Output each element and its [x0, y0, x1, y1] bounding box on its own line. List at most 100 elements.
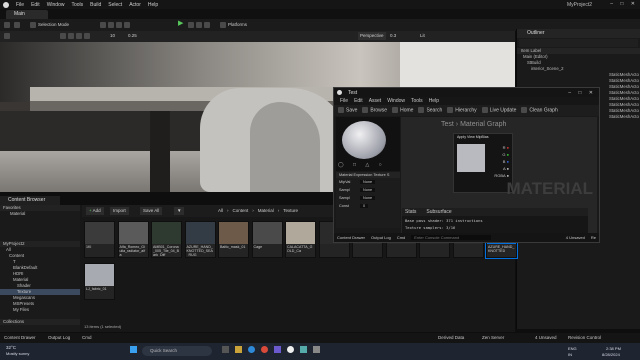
- taskbar-search[interactable]: Quick Search: [142, 346, 212, 356]
- transform-tools[interactable]: [60, 32, 92, 40]
- window-controls[interactable]: – □ ✕: [610, 1, 638, 7]
- asset-tile[interactable]: Baltic_mask_01: [218, 221, 249, 258]
- pin-g[interactable]: G ●: [494, 151, 509, 158]
- mat-menu-edit[interactable]: Edit: [354, 98, 363, 104]
- mat-output-log[interactable]: Output Log: [371, 235, 391, 240]
- mat-console-input[interactable]: Enter Console Command: [411, 235, 492, 240]
- chrome-icon[interactable]: [261, 346, 268, 353]
- details-row-value[interactable]: None: [360, 180, 376, 184]
- menu-actor[interactable]: Actor: [129, 2, 141, 8]
- app-icon[interactable]: [300, 346, 307, 353]
- mat-unsaved[interactable]: 4 Unsaved: [566, 235, 585, 240]
- asset-tile[interactable]: CALACATTA_GOLD_Ca: [285, 221, 316, 258]
- zen-server-button[interactable]: Zen Server: [482, 334, 504, 342]
- save-icon[interactable]: [4, 21, 12, 29]
- menu-tools[interactable]: Tools: [71, 2, 83, 8]
- windows-start-icon[interactable]: [130, 346, 137, 353]
- add-actor-icon[interactable]: [100, 21, 132, 29]
- menu-build[interactable]: Build: [90, 2, 101, 8]
- modes-icon[interactable]: [14, 21, 22, 29]
- stats-tab[interactable]: Stats: [405, 209, 416, 215]
- fov-value[interactable]: 10: [110, 32, 115, 40]
- asset-tile[interactable]: LJ_fabric_01: [84, 263, 115, 300]
- breadcrumb-texture[interactable]: Texture: [283, 207, 298, 215]
- clean-graph-button[interactable]: Clean Graph: [521, 107, 558, 114]
- mat-revision[interactable]: Re: [591, 235, 596, 240]
- edge-icon[interactable]: [248, 346, 255, 353]
- filter-button[interactable]: ▼: [174, 207, 185, 215]
- menu-select[interactable]: Select: [108, 2, 122, 8]
- breadcrumb-material[interactable]: Material: [258, 207, 274, 215]
- menu-edit[interactable]: Edit: [31, 2, 40, 8]
- material-tab[interactable]: Test: [348, 90, 357, 96]
- live-update-button[interactable]: Live Update: [481, 107, 516, 114]
- asset-tile[interactable]: 1KI: [84, 221, 115, 258]
- collections-header[interactable]: Collections: [0, 319, 80, 325]
- revision-control-button[interactable]: Revision Control: [568, 334, 601, 342]
- browse-button[interactable]: Browse: [362, 107, 387, 114]
- mat-menu-window[interactable]: Window: [387, 98, 405, 104]
- asset-tile[interactable]: Alfa_Romeo_Giulia_radiator_alfa: [117, 221, 149, 258]
- viewport-options-icon[interactable]: [4, 32, 12, 40]
- breadcrumb-content[interactable]: Content: [233, 207, 249, 215]
- material-preview[interactable]: ◯ □ △ ○: [336, 117, 400, 171]
- asset-tile[interactable]: AMB01_Corona_005_Tile_04_Bark_Diff: [151, 221, 182, 258]
- window-controls[interactable]: – □ ✕: [568, 90, 596, 96]
- play-button[interactable]: ▶: [178, 20, 183, 28]
- cmd-button[interactable]: Cmd: [82, 334, 92, 342]
- content-drawer-button[interactable]: Content Drawer: [4, 334, 36, 342]
- skip-icon[interactable]: [188, 21, 212, 29]
- weather-temp[interactable]: 32°C: [6, 345, 16, 350]
- search-button[interactable]: Search: [418, 107, 442, 114]
- add-button[interactable]: + Add: [86, 207, 104, 215]
- content-browser-tab[interactable]: Content Browser: [0, 196, 60, 205]
- subsurface-tab[interactable]: Subsurface: [426, 209, 451, 215]
- menu-file[interactable]: File: [16, 2, 24, 8]
- unreal-logo-icon[interactable]: [3, 1, 9, 8]
- breadcrumb-all[interactable]: All: [218, 207, 223, 215]
- preview-tools[interactable]: ◯ □ △ ○: [338, 162, 386, 168]
- task-view-icon[interactable]: [222, 346, 229, 353]
- details-row-value[interactable]: None: [360, 196, 376, 200]
- menu-help[interactable]: Help: [148, 2, 158, 8]
- output-log-button[interactable]: Output Log: [48, 334, 70, 342]
- pin-b[interactable]: B ●: [494, 158, 509, 165]
- clock-time[interactable]: 2:38 PM: [606, 346, 621, 351]
- mat-content-drawer[interactable]: Content Drawer: [337, 235, 365, 240]
- platforms-dropdown[interactable]: Platforms: [220, 21, 247, 29]
- mat-cmd[interactable]: Cmd: [397, 235, 405, 240]
- mat-menu-help[interactable]: Help: [429, 98, 439, 104]
- import-button[interactable]: Import: [110, 207, 129, 215]
- hierarchy-button[interactable]: Hierarchy: [447, 107, 477, 114]
- language-indicator[interactable]: ENG: [568, 346, 577, 351]
- details-row-value[interactable]: None: [360, 188, 376, 192]
- explorer-icon[interactable]: [235, 346, 242, 353]
- save-all-button[interactable]: Save All: [140, 207, 163, 215]
- pin-rgba[interactable]: RGBA ●: [494, 172, 509, 179]
- asset-tile[interactable]: Cage: [251, 221, 283, 258]
- save-button[interactable]: Save: [338, 107, 357, 114]
- mat-menu-tools[interactable]: Tools: [411, 98, 423, 104]
- perspective-button[interactable]: Perspective: [358, 32, 386, 40]
- speed-value[interactable]: 0.3: [390, 32, 396, 40]
- mat-menu-file[interactable]: File: [340, 98, 348, 104]
- mat-menu-asset[interactable]: Asset: [369, 98, 382, 104]
- unsaved-button[interactable]: 4 Unsaved: [535, 334, 557, 342]
- menu-window[interactable]: Window: [47, 2, 65, 8]
- scale-value[interactable]: 0.25: [128, 32, 137, 40]
- derived-data-button[interactable]: Derived Data: [438, 334, 464, 342]
- lit-button[interactable]: Lit: [420, 32, 425, 40]
- asset-tile[interactable]: AZURE_HAND_KNOTTED_SEA_RUG: [184, 221, 216, 258]
- unreal-taskbar-icon[interactable]: [287, 346, 294, 353]
- app-icon[interactable]: [313, 346, 320, 353]
- details-row-value[interactable]: 0: [360, 204, 369, 208]
- outliner-search[interactable]: [519, 39, 638, 47]
- selection-mode-dropdown[interactable]: Selection Mode: [30, 21, 69, 29]
- asset-name: [454, 244, 483, 256]
- pin-r[interactable]: R ●: [494, 144, 509, 151]
- store-icon[interactable]: [274, 346, 281, 353]
- pin-a[interactable]: A ●: [494, 165, 509, 172]
- texture-sample-node[interactable]: Apply View MipBias R ● G ● B ● A ● RGBA …: [453, 133, 513, 193]
- tab-main[interactable]: Main: [6, 10, 48, 19]
- home-button[interactable]: Home: [392, 107, 413, 114]
